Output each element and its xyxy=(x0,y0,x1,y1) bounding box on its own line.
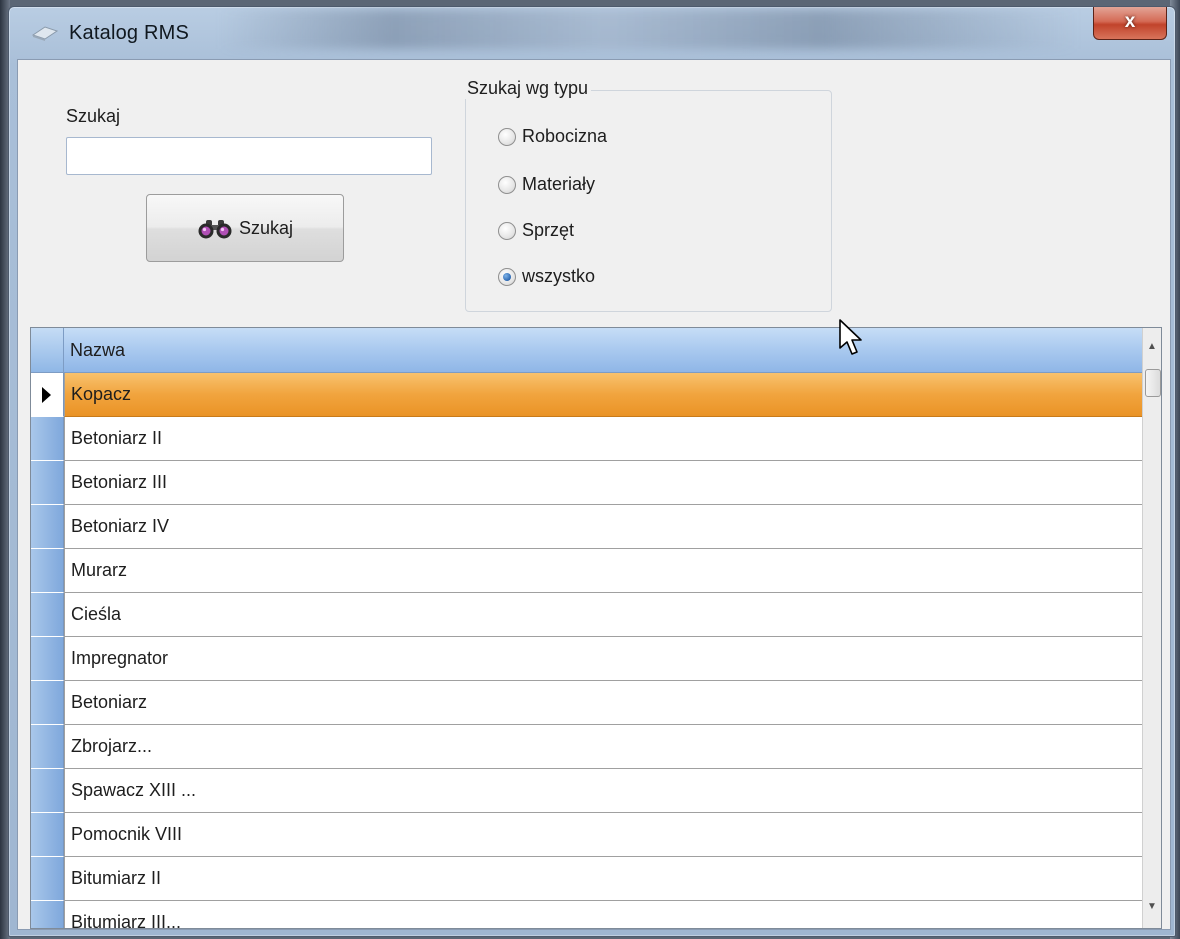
radio-sprzet[interactable]: Sprzęt xyxy=(498,220,574,241)
data-grid[interactable]: Nazwa Kopacz Betoniarz II Betoniarz III Bet… xyxy=(30,327,1162,929)
row-header[interactable] xyxy=(31,593,64,637)
table-row[interactable]: Kopacz xyxy=(31,373,1142,417)
radio-button[interactable] xyxy=(498,221,516,240)
row-header[interactable] xyxy=(31,901,64,928)
search-input[interactable] xyxy=(66,137,432,175)
app-icon xyxy=(31,26,59,41)
radio-label: wszystko xyxy=(522,266,596,286)
table-row[interactable]: Impregnator xyxy=(31,637,1142,681)
radio-label: Robocizna xyxy=(522,126,608,146)
binoculars-icon xyxy=(198,220,232,239)
mouse-cursor-icon xyxy=(839,319,862,355)
nazwa-cell[interactable]: Betoniarz II xyxy=(64,417,1142,461)
row-header[interactable] xyxy=(31,417,64,461)
vertical-scrollbar[interactable]: ▲ ▼ xyxy=(1142,328,1161,928)
search-button[interactable]: Szukaj xyxy=(146,194,344,262)
nazwa-cell[interactable]: Cieśla xyxy=(64,593,1142,637)
scroll-up-arrow-icon[interactable]: ▲ xyxy=(1143,334,1161,360)
nazwa-cell[interactable]: Betoniarz III xyxy=(64,461,1142,505)
scroll-down-arrow-icon[interactable]: ▼ xyxy=(1143,894,1161,920)
table-row[interactable]: Zbrojarz... xyxy=(31,725,1142,769)
radio-wszystko[interactable]: wszystko xyxy=(498,266,595,287)
row-header[interactable] xyxy=(31,549,64,593)
table-row[interactable]: Cieśla xyxy=(31,593,1142,637)
radio-button[interactable] xyxy=(498,175,516,194)
radio-label: Materiały xyxy=(522,174,596,194)
nazwa-cell[interactable]: Pomocnik VIII xyxy=(64,813,1142,857)
radio-button-checked[interactable] xyxy=(498,267,516,286)
nazwa-cell[interactable]: Spawacz XIII ... xyxy=(64,769,1142,813)
grid-rows: Kopacz Betoniarz II Betoniarz III Betoniarz… xyxy=(31,373,1142,928)
nazwa-cell[interactable]: Bitumiarz II xyxy=(64,857,1142,901)
row-header[interactable] xyxy=(31,681,64,725)
radio-button[interactable] xyxy=(498,127,516,146)
table-row[interactable]: Bitumiarz II xyxy=(31,857,1142,901)
window-title: Katalog RMS xyxy=(69,22,190,44)
type-filter-legend: Szukaj wg typu xyxy=(464,78,592,99)
row-header-current-arrow-icon[interactable] xyxy=(31,373,64,417)
row-header[interactable] xyxy=(31,857,64,901)
nazwa-cell[interactable]: Zbrojarz... xyxy=(64,725,1142,769)
nazwa-cell[interactable]: Kopacz xyxy=(64,373,1142,417)
nazwa-cell[interactable]: Bitumiarz III... xyxy=(64,901,1142,928)
search-label: Szukaj xyxy=(66,106,121,126)
scroll-thumb[interactable] xyxy=(1145,369,1161,397)
radio-label: Sprzęt xyxy=(522,220,575,240)
nazwa-cell[interactable]: Betoniarz IV xyxy=(64,505,1142,549)
nazwa-cell[interactable]: Murarz xyxy=(64,549,1142,593)
radio-robocizna[interactable]: Robocizna xyxy=(498,126,607,147)
row-header[interactable] xyxy=(31,505,64,549)
table-row[interactable]: Murarz xyxy=(31,549,1142,593)
titlebar-glass xyxy=(219,9,1079,49)
table-row[interactable]: Betoniarz IV xyxy=(31,505,1142,549)
table-row[interactable]: Betoniarz III xyxy=(31,461,1142,505)
nazwa-cell[interactable]: Betoniarz xyxy=(64,681,1142,725)
close-button[interactable]: x xyxy=(1093,7,1167,40)
search-button-label: Szukaj xyxy=(238,217,294,238)
table-row[interactable]: Bitumiarz III... xyxy=(31,901,1142,928)
close-icon: x xyxy=(1124,11,1136,32)
table-row[interactable]: Spawacz XIII ... xyxy=(31,769,1142,813)
table-row[interactable]: Betoniarz xyxy=(31,681,1142,725)
table-row[interactable]: Betoniarz II xyxy=(31,417,1142,461)
dialog-window: Katalog RMS x Szukaj Szukaj Szukaj wg ty… xyxy=(8,6,1176,937)
column-header-nazwa[interactable]: Nazwa xyxy=(64,328,1142,373)
row-header[interactable] xyxy=(31,769,64,813)
title-bar[interactable]: Katalog RMS x xyxy=(9,7,1175,59)
client-area: Szukaj Szukaj Szukaj wg typu Robocizna M… xyxy=(17,59,1171,930)
table-row[interactable]: Pomocnik VIII xyxy=(31,813,1142,857)
row-header[interactable] xyxy=(31,725,64,769)
row-header[interactable] xyxy=(31,461,64,505)
nazwa-cell[interactable]: Impregnator xyxy=(64,637,1142,681)
row-header[interactable] xyxy=(31,637,64,681)
grid-corner-header[interactable] xyxy=(31,328,64,373)
row-header[interactable] xyxy=(31,813,64,857)
radio-materialy[interactable]: Materiały xyxy=(498,174,595,195)
